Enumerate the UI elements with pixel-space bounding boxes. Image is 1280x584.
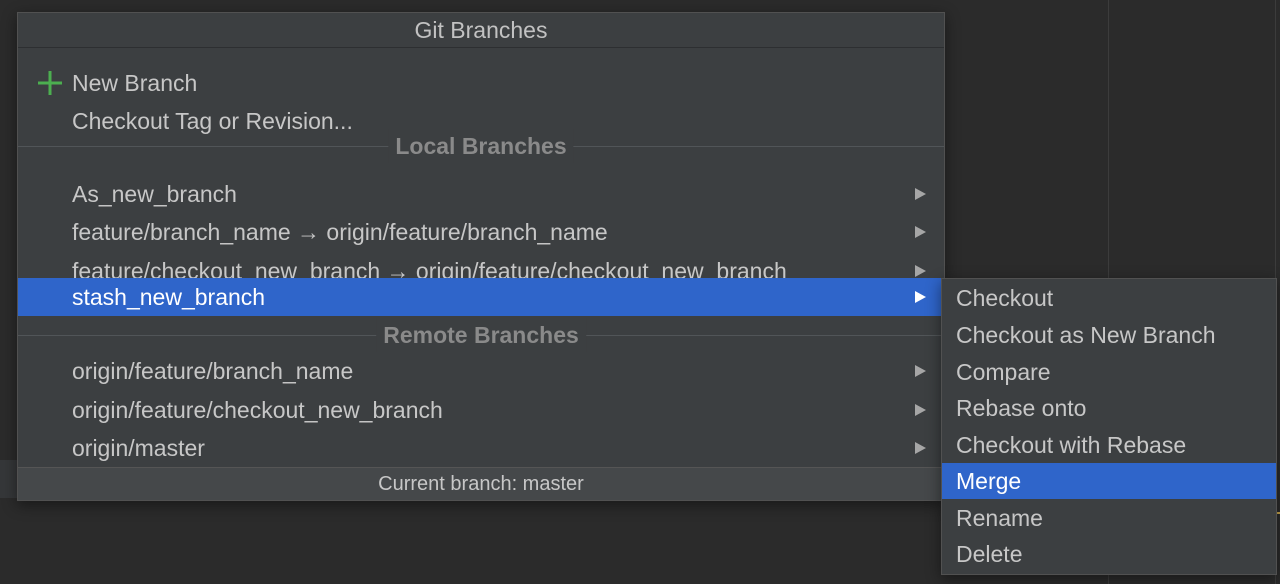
popup-title: Git Branches [18, 13, 944, 48]
branch-label: origin/feature/branch_name [72, 358, 354, 384]
submenu-arrow-icon [915, 404, 926, 416]
submenu-arrow-icon [915, 188, 926, 200]
local-branch-item-selected[interactable]: stash_new_branch [18, 278, 944, 316]
merge-menu-item[interactable]: Merge [942, 463, 1276, 499]
rename-menu-item[interactable]: Rename [942, 500, 1276, 536]
branch-actions-submenu: Checkout Checkout as New Branch Compare … [941, 278, 1277, 575]
remote-branch-item[interactable]: origin/feature/checkout_new_branch [18, 391, 944, 429]
plus-icon [38, 71, 62, 95]
submenu-arrow-icon [915, 265, 926, 277]
local-branch-item[interactable]: feature/branch_name → origin/feature/bra… [18, 213, 944, 251]
current-branch-status: Current branch: master [18, 467, 944, 500]
editor-gutter-strip [0, 460, 18, 498]
remote-branches-label: Remote Branches [376, 318, 586, 352]
submenu-arrow-icon [915, 226, 926, 238]
branch-label: feature/branch_name → origin/feature/bra… [72, 219, 608, 245]
compare-menu-item[interactable]: Compare [942, 354, 1276, 390]
checkout-as-new-branch-menu-item[interactable]: Checkout as New Branch [942, 317, 1276, 353]
checkout-with-rebase-menu-item[interactable]: Checkout with Rebase [942, 427, 1276, 463]
local-branches-label: Local Branches [388, 129, 574, 163]
local-branches-header: Local Branches [18, 129, 944, 163]
remote-branches-header: Remote Branches [18, 318, 944, 352]
new-branch-action[interactable]: New Branch [18, 64, 944, 102]
branch-label: stash_new_branch [72, 284, 266, 310]
branch-label: origin/master [72, 435, 205, 461]
new-branch-label: New Branch [72, 70, 198, 96]
remote-branch-item[interactable]: origin/feature/branch_name [18, 352, 944, 390]
git-branches-popup: Git Branches New Branch Checkout Tag or … [17, 12, 945, 501]
delete-menu-item[interactable]: Delete [942, 536, 1276, 572]
rebase-onto-menu-item[interactable]: Rebase onto [942, 390, 1276, 426]
local-branch-item[interactable]: As_new_branch [18, 175, 944, 213]
submenu-arrow-icon [915, 442, 926, 454]
branch-label: origin/feature/checkout_new_branch [72, 397, 443, 423]
submenu-arrow-icon [915, 365, 926, 377]
remote-branch-item[interactable]: origin/master [18, 429, 944, 467]
branch-label: As_new_branch [72, 181, 237, 207]
checkout-menu-item[interactable]: Checkout [942, 280, 1276, 316]
submenu-arrow-icon [915, 291, 926, 303]
